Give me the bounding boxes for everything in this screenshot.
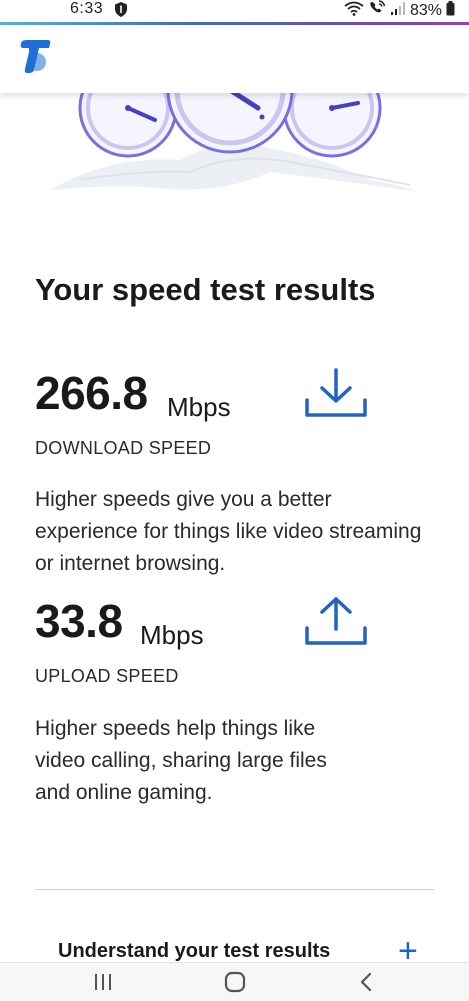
upload-icon — [304, 596, 368, 651]
download-speed-description: Higher speeds give you a better experien… — [35, 488, 422, 575]
upload-speed-description: Higher speeds help things like video cal… — [35, 717, 327, 804]
accordion-understand-results[interactable]: Understand your test results — [58, 940, 330, 963]
battery-percent: 83% — [409, 1, 442, 19]
upload-speed-unit: Mbps — [140, 620, 204, 650]
signal-icon — [390, 1, 406, 21]
shield-icon — [115, 2, 127, 22]
wifi-calling-icon — [368, 0, 386, 21]
telstra-logo-icon[interactable] — [18, 37, 52, 80]
battery-icon — [446, 0, 455, 21]
status-icons: 83% — [344, 0, 455, 21]
section-divider — [35, 889, 434, 890]
download-icon — [304, 368, 368, 423]
download-speed-label: DOWNLOAD SPEED — [35, 438, 212, 458]
upload-speed-label: UPLOAD SPEED — [35, 666, 179, 686]
page-title: Your speed test results — [35, 272, 376, 307]
back-icon[interactable] — [346, 969, 386, 995]
status-time: 6:33 — [70, 0, 104, 17]
home-icon[interactable] — [215, 969, 255, 995]
upload-speed-value: 33.8 — [35, 595, 123, 647]
recent-apps-icon[interactable] — [83, 969, 123, 995]
status-bar: 6:33 83% — [0, 0, 469, 22]
download-speed-unit: Mbps — [167, 392, 231, 422]
wifi-icon — [344, 1, 364, 21]
download-speed-value: 266.8 — [35, 367, 148, 419]
system-nav-bar — [0, 962, 469, 1001]
app-header — [0, 25, 469, 93]
